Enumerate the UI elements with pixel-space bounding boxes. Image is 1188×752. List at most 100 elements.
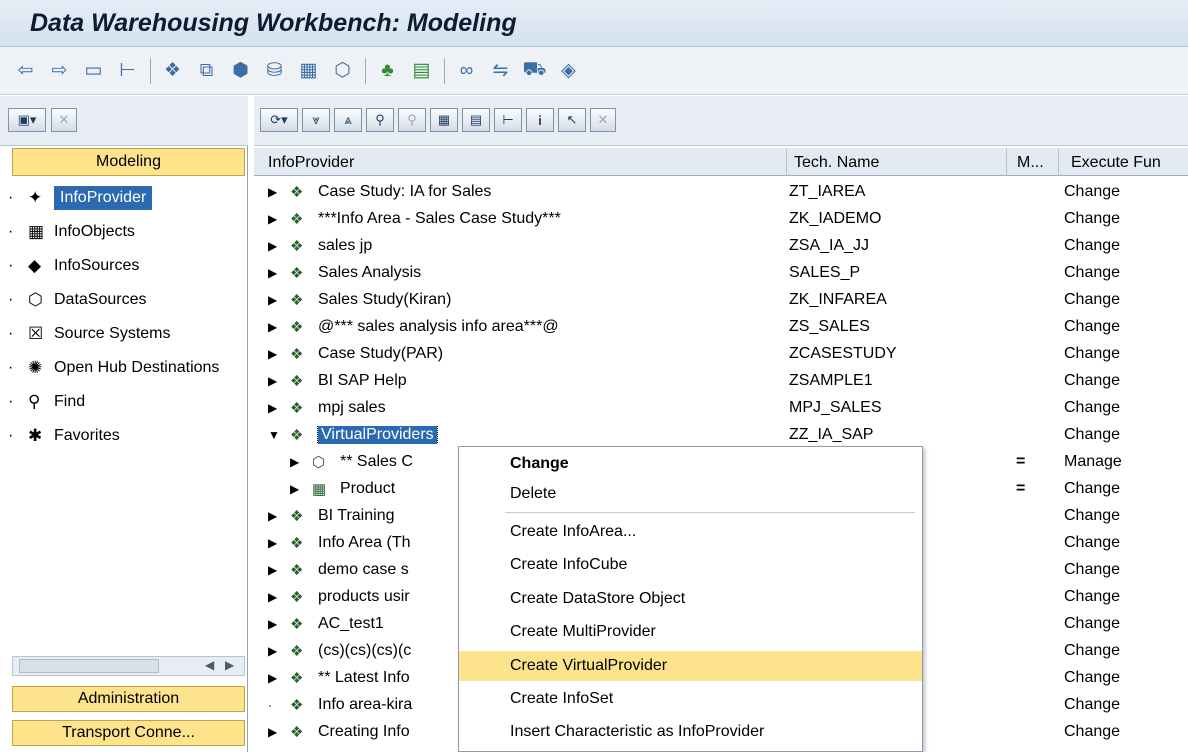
find-next-icon[interactable]: ⚲: [398, 108, 426, 132]
expand-arrow-icon[interactable]: ▶: [268, 293, 290, 307]
tree-row[interactable]: ▶ ❖ ***Info Area - Sales Case Study*** ZK_I…: [254, 207, 1188, 232]
expand-arrow-icon[interactable]: ▶: [268, 563, 290, 577]
row-execute-function[interactable]: Change: [1064, 264, 1120, 282]
tree-row[interactable]: ▶ ❖ mpj sales MPJ_SALES Change: [254, 396, 1188, 421]
menu-item-change[interactable]: Change: [459, 449, 922, 479]
expand-arrow-icon[interactable]: ▶: [268, 725, 290, 739]
menu-item-create-multiprovider[interactable]: Create MultiProvider: [459, 617, 922, 647]
expand-arrow-icon[interactable]: ▶: [290, 482, 312, 496]
row-execute-function[interactable]: Manage: [1064, 453, 1122, 471]
tree-row[interactable]: ▶ ❖ Case Study: IA for Sales ZT_IAREA Change: [254, 180, 1188, 205]
row-execute-function[interactable]: Change: [1064, 723, 1120, 741]
scrollbar-thumb[interactable]: [19, 659, 159, 673]
tree-row[interactable]: ▶ ❖ Case Study(PAR) ZCASESTUDY Change: [254, 342, 1188, 367]
collapse-arrow-icon[interactable]: ▼: [268, 428, 290, 442]
forward-icon[interactable]: ⇨: [46, 58, 73, 84]
expand-arrow-icon[interactable]: ▶: [268, 185, 290, 199]
expand-icon[interactable]: ⩔: [302, 108, 330, 132]
nav-item-open-hub-destinations[interactable]: · ✺ Open Hub Destinations: [8, 353, 246, 383]
close-icon[interactable]: ✕: [590, 108, 616, 132]
transport-connection-button[interactable]: Transport Conne...: [12, 720, 245, 746]
tree-row[interactable]: ▶ ❖ sales jp ZSA_IA_JJ Change: [254, 234, 1188, 259]
menu-item-create-infoarea[interactable]: Create InfoArea...: [459, 517, 922, 547]
menu-item-insert-characteristic-as-infoprovider[interactable]: Insert Characteristic as InfoProvider: [459, 717, 922, 747]
nav-item-infoprovider[interactable]: · ✦ InfoProvider: [8, 183, 246, 213]
settings-icon[interactable]: ▦: [430, 108, 458, 132]
expand-arrow-icon[interactable]: ▶: [268, 239, 290, 253]
row-execute-function[interactable]: Change: [1064, 588, 1120, 606]
row-execute-function[interactable]: Change: [1064, 345, 1120, 363]
expand-arrow-icon[interactable]: ·: [268, 698, 290, 712]
nav-item-source-systems[interactable]: · ☒ Source Systems: [8, 319, 246, 349]
row-execute-function[interactable]: Change: [1064, 372, 1120, 390]
row-execute-function[interactable]: Change: [1064, 426, 1120, 444]
expand-arrow-icon[interactable]: ▶: [268, 320, 290, 334]
row-execute-function[interactable]: Change: [1064, 615, 1120, 633]
row-execute-function[interactable]: Change: [1064, 561, 1120, 579]
green-tree-icon[interactable]: ♣: [374, 58, 401, 84]
expand-arrow-icon[interactable]: ▶: [268, 374, 290, 388]
expand-arrow-icon[interactable]: ▶: [290, 455, 312, 469]
row-execute-function[interactable]: Change: [1064, 399, 1120, 417]
transport-icon[interactable]: ⛟: [521, 58, 548, 84]
administration-button[interactable]: Administration: [12, 686, 245, 712]
nav-item-infosources[interactable]: · ◆ InfoSources: [8, 251, 246, 281]
transform-icon[interactable]: ⇋: [487, 58, 514, 84]
infoarea-icon[interactable]: ❖: [159, 58, 186, 84]
expand-arrow-icon[interactable]: ▶: [268, 401, 290, 415]
row-execute-function[interactable]: Change: [1064, 642, 1120, 660]
scroll-left-icon[interactable]: ◀: [205, 658, 214, 672]
expand-arrow-icon[interactable]: ▶: [268, 212, 290, 226]
col-execute[interactable]: Execute Fun: [1071, 154, 1161, 172]
tree-row[interactable]: ▼ ❖ VirtualProviders ZZ_IA_SAP Change: [254, 423, 1188, 448]
expand-arrow-icon[interactable]: ▶: [268, 347, 290, 361]
close-icon[interactable]: ✕: [51, 108, 77, 132]
expand-arrow-icon[interactable]: ▶: [268, 509, 290, 523]
expand-arrow-icon[interactable]: ▶: [268, 590, 290, 604]
infocube-icon[interactable]: ⧉: [193, 58, 220, 84]
row-execute-function[interactable]: Change: [1064, 669, 1120, 687]
infoobject-icon[interactable]: ▦: [295, 58, 322, 84]
row-execute-function[interactable]: Change: [1064, 696, 1120, 714]
expand-arrow-icon[interactable]: ▶: [268, 266, 290, 280]
datastore-icon[interactable]: ⛁: [261, 58, 288, 84]
window-icon[interactable]: ▭: [80, 58, 107, 84]
menu-item-create-infoset[interactable]: Create InfoSet: [459, 684, 922, 714]
expand-arrow-icon[interactable]: ▶: [268, 617, 290, 631]
row-execute-function[interactable]: Change: [1064, 183, 1120, 201]
menu-item-create-virtualprovider[interactable]: Create VirtualProvider: [459, 650, 922, 681]
scroll-right-icon[interactable]: ▶: [225, 658, 234, 672]
col-infoprovider[interactable]: InfoProvider: [268, 154, 354, 172]
back-icon[interactable]: ⇦: [12, 58, 39, 84]
row-execute-function[interactable]: Change: [1064, 237, 1120, 255]
menu-item-delete[interactable]: Delete: [459, 479, 922, 509]
table-view-icon[interactable]: ▤: [462, 108, 490, 132]
tree-row[interactable]: ▶ ❖ Sales Study(Kiran) ZK_INFAREA Change: [254, 288, 1188, 313]
nav-item-favorites[interactable]: · ✱ Favorites: [8, 421, 246, 451]
expand-arrow-icon[interactable]: ▶: [268, 671, 290, 685]
find-icon[interactable]: ⚲: [366, 108, 394, 132]
expand-arrow-icon[interactable]: ▶: [268, 536, 290, 550]
layout-button[interactable]: ▣▾: [8, 108, 46, 132]
collapse-icon[interactable]: ⩓: [334, 108, 362, 132]
row-execute-function[interactable]: Change: [1064, 318, 1120, 336]
row-execute-function[interactable]: Change: [1064, 534, 1120, 552]
tree-icon[interactable]: ⊢: [114, 58, 141, 84]
refresh-menu-button[interactable]: ⟳▾: [260, 108, 298, 132]
cube-icon[interactable]: ⬢: [227, 58, 254, 84]
row-execute-function[interactable]: Change: [1064, 480, 1120, 498]
tree-row[interactable]: ▶ ❖ Sales Analysis SALES_P Change: [254, 261, 1188, 286]
menu-item-create-infocube[interactable]: Create InfoCube: [459, 550, 922, 580]
info-icon[interactable]: i: [526, 108, 554, 132]
nav-item-infoobjects[interactable]: · ▦ InfoObjects: [8, 217, 246, 247]
tree-row[interactable]: ▶ ❖ BI SAP Help ZSAMPLE1 Change: [254, 369, 1188, 394]
menu-item-create-datastore-object[interactable]: Create DataStore Object: [459, 584, 922, 614]
hierarchy-icon[interactable]: ⊢: [494, 108, 522, 132]
monitor-icon[interactable]: ◈: [555, 58, 582, 84]
link-icon[interactable]: ∞: [453, 58, 480, 84]
datasource-icon[interactable]: ⬡: [329, 58, 356, 84]
col-tech-name[interactable]: Tech. Name: [794, 154, 879, 172]
modeling-button[interactable]: Modeling: [12, 148, 245, 176]
nav-item-find[interactable]: · ⚲ Find: [8, 387, 246, 417]
tree-row[interactable]: ▶ ❖ @*** sales analysis info area***@ ZS_SA…: [254, 315, 1188, 340]
